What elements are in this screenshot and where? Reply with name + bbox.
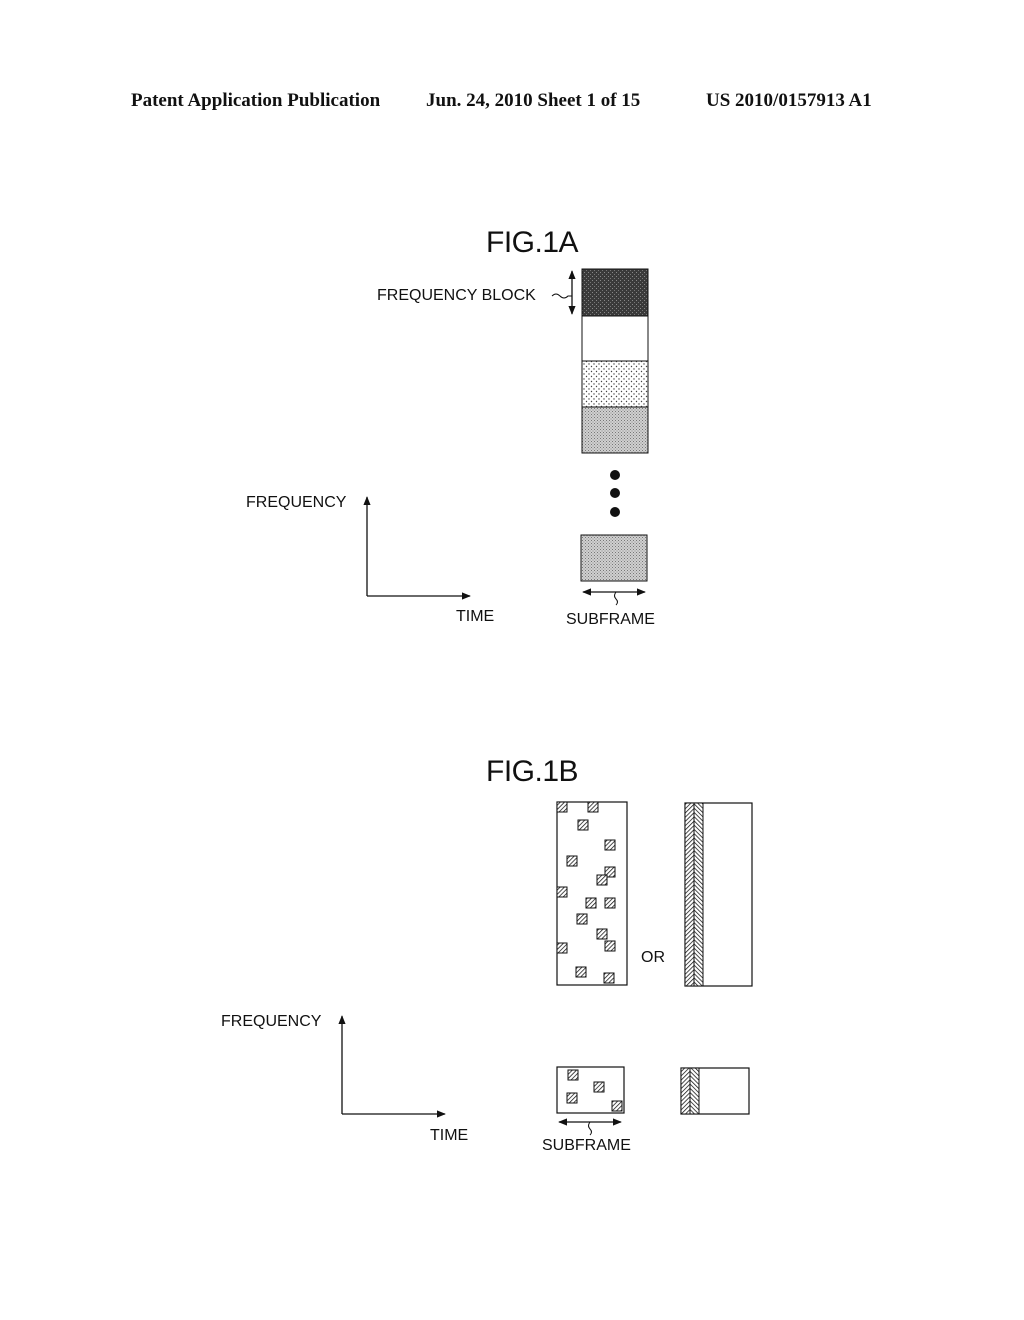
pilot-square (611, 1100, 623, 1112)
pilot-square (576, 913, 588, 925)
pilot-square (587, 801, 599, 813)
pilot-square (567, 1069, 579, 1081)
pilot-square (556, 886, 568, 898)
pilot-square (593, 1081, 605, 1093)
pilot-square (604, 940, 616, 952)
frequency-block-last (580, 534, 648, 582)
frequency-block-2 (581, 315, 649, 362)
frequency-block-4 (581, 406, 649, 454)
fig1b-option-b-single-subframe (680, 1067, 750, 1115)
ellipsis-dot (610, 470, 620, 480)
fig1b-subframe-leader (588, 1121, 592, 1136)
pilot-square (577, 819, 589, 831)
pilot-square (566, 1092, 578, 1104)
pilot-square (556, 801, 568, 813)
pilot-square (556, 942, 568, 954)
fig1b-option-b-subframes (684, 802, 753, 987)
ellipsis-dot (610, 488, 620, 498)
fig1b-option-a-subframes (556, 801, 628, 986)
pilot-square (596, 874, 608, 886)
fig1b-option-a-single-subframe (556, 1066, 625, 1114)
pilot-column (684, 802, 695, 987)
pilot-square (603, 972, 615, 984)
pilot-square (596, 928, 608, 940)
figure-drawing (338, 268, 753, 1136)
pilot-square (604, 897, 616, 909)
fig1a-block-column (581, 268, 649, 454)
frequency-block-leader (551, 293, 572, 299)
pilot-square (585, 897, 597, 909)
fig1a-subframe-leader (614, 591, 618, 606)
frequency-block-1 (581, 268, 649, 317)
pilot-square (566, 855, 578, 867)
pilot-column (689, 1067, 700, 1115)
frequency-block-3 (581, 360, 649, 408)
ellipsis-dot (610, 507, 620, 517)
pilot-square (575, 966, 587, 978)
pilot-column (680, 1067, 691, 1115)
pilot-column (693, 802, 704, 987)
pilot-square (604, 839, 616, 851)
